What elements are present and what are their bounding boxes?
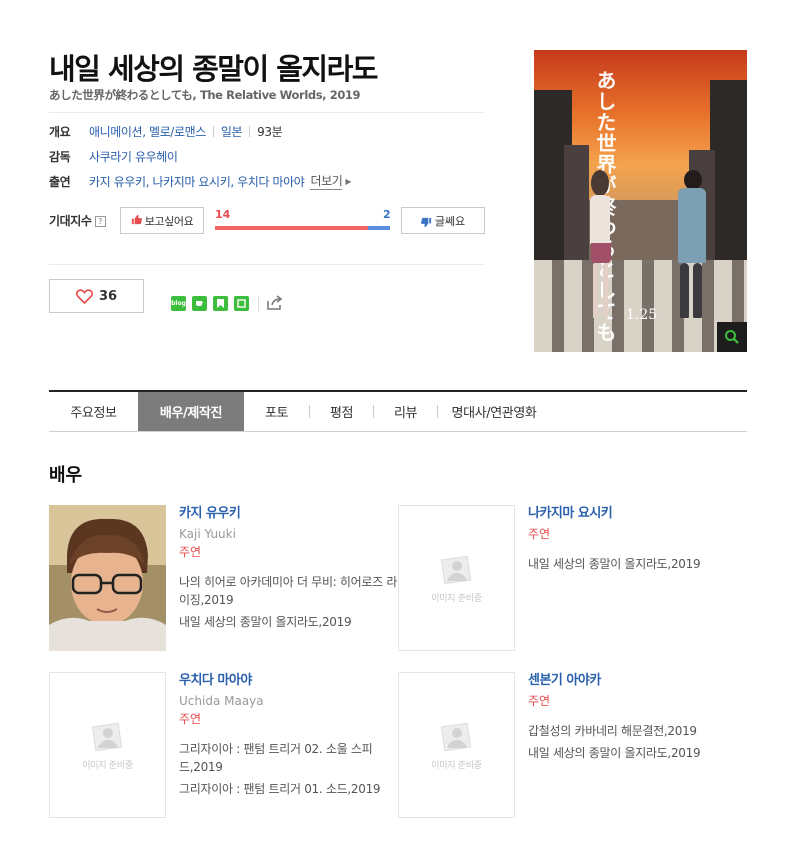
actor-work-link[interactable]: 그리자이아 : 팬텀 트리거 02. 소울 스피드,2019 xyxy=(179,740,399,776)
section-title: 배우 xyxy=(49,465,83,486)
actor-photo-placeholder[interactable]: 이미지 준비중 xyxy=(398,505,515,651)
bookmark-icon[interactable] xyxy=(213,295,228,311)
cafe-icon[interactable] xyxy=(192,295,207,311)
nah-label: 글쎄요 xyxy=(434,214,466,228)
tab-photo[interactable]: 포토 xyxy=(244,392,309,431)
poster-character-girl-head xyxy=(591,170,609,196)
heart-icon xyxy=(75,288,93,304)
poster-character-boy-head xyxy=(684,170,702,190)
actor-work-link[interactable]: 갑철성의 카바네리 해문결전,2019 xyxy=(528,722,748,740)
cast-row: 출연 카지 유우키, 나카지마 요시키, 우치다 마아야 더보기 ▶ xyxy=(49,172,352,190)
divider xyxy=(49,264,485,265)
actor-info: 나카지마 요시키 주연 내일 세상의 종말이 올지라도,2019 xyxy=(528,505,748,577)
overview-label: 개요 xyxy=(49,124,71,139)
blog-icon[interactable]: blog xyxy=(171,295,186,311)
tab-review[interactable]: 리뷰 xyxy=(374,392,437,431)
expect-label-text: 기대지수 xyxy=(49,214,92,228)
movie-poster[interactable]: あした世界が終わるとしても 1.25 xyxy=(534,50,747,352)
director-link[interactable]: 사쿠라기 유우헤이 xyxy=(89,148,178,165)
thumbs-down-icon xyxy=(420,214,432,228)
no-image-icon xyxy=(440,555,471,585)
actor-works: 갑철성의 카바네리 해문결전,2019 내일 세상의 종말이 올지라도,2019 xyxy=(528,722,748,762)
actor-role: 주연 xyxy=(528,694,551,708)
poster-character-girl-skirt xyxy=(591,243,611,263)
poster-character-boy-body xyxy=(678,188,706,263)
genre-link[interactable]: 애니메이션, 멜로/로맨스 xyxy=(89,123,206,140)
no-image-text: 이미지 준비중 xyxy=(431,761,482,771)
no-image-text: 이미지 준비중 xyxy=(82,761,133,771)
movie-subtitle: あした世界が終わるとしても, The Relative Worlds, 2019 xyxy=(49,88,361,102)
chevron-right-icon: ▶ xyxy=(345,176,352,186)
no-image-icon xyxy=(440,722,471,752)
thumbs-up-icon xyxy=(131,214,142,228)
poster-character-girl-leg xyxy=(593,263,598,318)
want-button[interactable]: 보고싶어요 xyxy=(120,207,204,234)
no-image-text: 이미지 준비중 xyxy=(431,594,482,604)
actor-info: 카지 유우키 Kaji Yuuki 주연 나의 히어로 아카데미아 더 무비: … xyxy=(179,505,399,635)
actor-name-link[interactable]: 우치다 마아야 xyxy=(179,672,399,690)
actor-work-link[interactable]: 내일 세상의 종말이 올지라도,2019 xyxy=(528,555,748,573)
divider xyxy=(49,112,485,113)
overview-row: 개요 애니메이션, 멜로/로맨스 일본 93분 xyxy=(49,122,283,140)
like-button[interactable]: 36 xyxy=(49,279,144,313)
separator xyxy=(212,125,214,137)
actor-works: 내일 세상의 종말이 올지라도,2019 xyxy=(528,555,748,573)
more-link[interactable]: 더보기 xyxy=(310,172,343,190)
director-row: 감독 사쿠라기 유우헤이 xyxy=(49,147,178,165)
tab-cast-crew[interactable]: 배우/제작진 xyxy=(138,392,244,431)
actor-role: 주연 xyxy=(528,527,551,541)
tab-quotes-related[interactable]: 명대사/연관영화 xyxy=(438,392,550,431)
like-count: 36 xyxy=(98,288,118,304)
actor-info: 우치다 마아야 Uchida Maaya 주연 그리자이아 : 팬텀 트리거 0… xyxy=(179,672,399,802)
movie-title: 내일 세상의 종말이 올지라도 xyxy=(49,52,378,86)
poster-date: 1.25 xyxy=(626,307,658,323)
magnifier-icon xyxy=(725,330,739,344)
tab-rating[interactable]: 평점 xyxy=(310,392,373,431)
actor-photo-placeholder[interactable]: 이미지 준비중 xyxy=(398,672,515,818)
actor-role: 주연 xyxy=(179,545,202,559)
poster-character-girl-body xyxy=(590,195,610,245)
actor-name-link[interactable]: 카지 유우키 xyxy=(179,505,399,523)
actor-role: 주연 xyxy=(179,712,202,726)
poster-character-boy-leg xyxy=(693,263,702,318)
actor-name-link[interactable]: 나카지마 요시키 xyxy=(528,505,748,523)
actor-photo-placeholder[interactable]: 이미지 준비중 xyxy=(49,672,166,818)
actor-name-en: Uchida Maaya xyxy=(179,694,264,708)
poster-character-boy-leg xyxy=(680,263,689,318)
runtime: 93분 xyxy=(257,124,283,139)
actor-name-en: Kaji Yuuki xyxy=(179,527,236,541)
actor-name-link[interactable]: 센본기 아야카 xyxy=(528,672,748,690)
no-image-icon xyxy=(91,722,122,752)
share-bar: blog xyxy=(171,295,283,311)
nah-count: 2 xyxy=(383,208,391,221)
want-label: 보고싶어요 xyxy=(144,214,194,228)
tab-main-info[interactable]: 주요정보 xyxy=(49,392,138,431)
poster-character-girl-leg xyxy=(603,263,608,318)
share-icon[interactable] xyxy=(266,295,283,311)
want-ratio-fill xyxy=(215,226,369,230)
actor-work-link[interactable]: 그리자이아 : 팬텀 트리거 01. 소드,2019 xyxy=(179,780,399,798)
cast-label: 출연 xyxy=(49,174,71,189)
separator xyxy=(258,295,259,311)
memo-icon[interactable] xyxy=(234,295,249,311)
director-label: 감독 xyxy=(49,149,71,164)
country-link[interactable]: 일본 xyxy=(221,123,243,140)
actor-work-link[interactable]: 나의 히어로 아카데미아 더 무비: 히어로즈 라이징,2019 xyxy=(179,573,399,609)
separator xyxy=(249,125,251,137)
want-count: 14 xyxy=(215,208,231,221)
actor-work-link[interactable]: 내일 세상의 종말이 올지라도,2019 xyxy=(528,744,748,762)
zoom-button[interactable] xyxy=(717,322,747,352)
expect-label: 기대지수? xyxy=(49,212,106,229)
actor-work-link[interactable]: 내일 세상의 종말이 올지라도,2019 xyxy=(179,613,399,631)
help-icon[interactable]: ? xyxy=(94,216,106,227)
actor-info: 센본기 아야카 주연 갑철성의 카바네리 해문결전,2019 내일 세상의 종말… xyxy=(528,672,748,766)
actor-photo[interactable] xyxy=(49,505,166,651)
actor-works: 그리자이아 : 팬텀 트리거 02. 소울 스피드,2019 그리자이아 : 팬… xyxy=(179,740,399,798)
actor-works: 나의 히어로 아카데미아 더 무비: 히어로즈 라이징,2019 내일 세상의 … xyxy=(179,573,399,631)
nah-button[interactable]: 글쎄요 xyxy=(401,207,485,234)
tab-bar: 주요정보 배우/제작진 포토 평점 리뷰 명대사/연관영화 xyxy=(49,390,747,432)
expect-ratio-bar xyxy=(215,226,390,230)
cast-links[interactable]: 카지 유우키, 나카지마 요시키, 우치다 마아야 xyxy=(89,173,305,190)
